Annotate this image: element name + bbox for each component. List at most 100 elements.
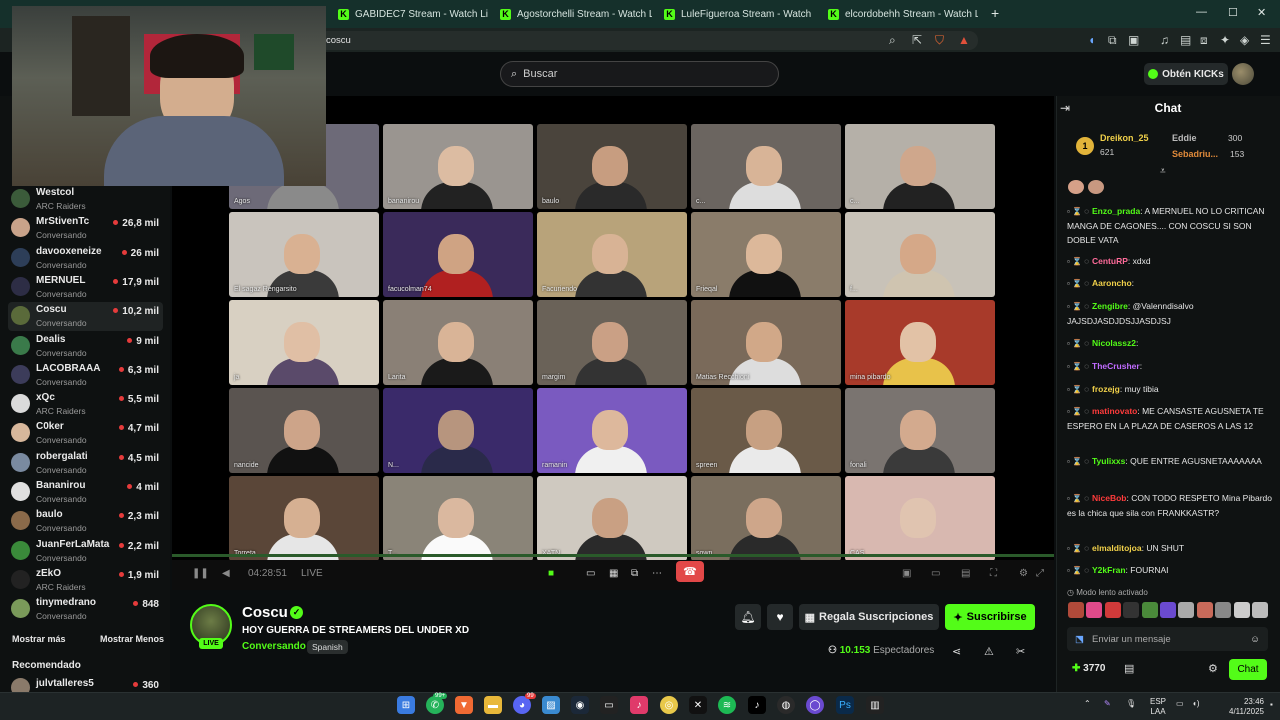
language-indicator[interactable]: ESP LAA bbox=[1150, 697, 1166, 717]
tray-expand-icon[interactable]: ⌃ bbox=[1084, 699, 1091, 709]
participant-tile[interactable]: baulo bbox=[537, 124, 687, 209]
participant-tile[interactable]: sown bbox=[691, 476, 841, 561]
share-icon[interactable]: ⇱ bbox=[912, 33, 922, 47]
emote-icon[interactable] bbox=[1104, 602, 1121, 618]
participant-tile[interactable]: El sagaz Rengarsito bbox=[229, 212, 379, 297]
chat-username[interactable]: elmalditojoa bbox=[1092, 543, 1142, 553]
progress-bar[interactable] bbox=[172, 554, 1054, 557]
follow-button[interactable]: ♥ bbox=[767, 604, 793, 630]
sidebar-channel[interactable]: MrStivenTc Conversando 26,8 mil bbox=[8, 214, 163, 243]
leader-3-name[interactable]: Sebadriu... bbox=[1172, 149, 1218, 159]
stream-category[interactable]: Conversando bbox=[242, 641, 306, 652]
network-icon[interactable]: ▭ bbox=[1176, 699, 1184, 709]
participant-tile[interactable]: ramanin bbox=[537, 388, 687, 473]
search-input[interactable]: ⌕ Buscar bbox=[500, 61, 779, 87]
participant-tile[interactable]: XATN bbox=[537, 476, 687, 561]
chat-settings-icon[interactable]: ⚙ bbox=[1208, 662, 1218, 675]
app-icon[interactable]: ◯ bbox=[806, 696, 824, 714]
start-button[interactable]: ⊞ bbox=[397, 696, 415, 714]
browser-tab[interactable]: Kelcordobehh Stream - Watch Live on bbox=[828, 4, 978, 24]
screenshot-icon[interactable]: ▣ bbox=[1128, 33, 1139, 47]
chat-username[interactable]: Aaroncho bbox=[1092, 278, 1132, 288]
chat-username[interactable]: Y2kFran bbox=[1092, 565, 1126, 575]
participant-tile[interactable]: nancide bbox=[229, 388, 379, 473]
participant-tile[interactable]: T... bbox=[383, 476, 533, 561]
sidebar-channel[interactable]: Dealis Conversando 9 mil bbox=[8, 332, 163, 361]
participant-tile[interactable]: facucolman74 bbox=[383, 212, 533, 297]
tiktok-icon[interactable]: ♪ bbox=[748, 696, 766, 714]
notification-icon[interactable]: ▪ bbox=[1270, 700, 1273, 710]
volume-icon[interactable]: ◀ bbox=[222, 568, 230, 579]
more-icon[interactable]: ⋯ bbox=[652, 568, 662, 579]
sidebar-channel[interactable]: davooxeneize Conversando 26 mil bbox=[8, 244, 163, 273]
emote-icon[interactable] bbox=[1252, 602, 1268, 618]
send-chat-button[interactable]: Chat bbox=[1229, 659, 1267, 680]
vpn-icon[interactable]: ◈ bbox=[1240, 33, 1249, 47]
spotify-icon[interactable]: ≋ bbox=[718, 696, 736, 714]
clock[interactable]: 23:46 4/11/2025 bbox=[1220, 697, 1264, 717]
speaker-icon[interactable]: ◖ bbox=[1088, 33, 1095, 47]
sidebar-channel[interactable]: Coscu Conversando 10,2 mil bbox=[8, 302, 163, 332]
effects-icon[interactable]: ⧉ bbox=[631, 568, 638, 579]
participant-tile[interactable]: Torreta bbox=[229, 476, 379, 561]
menu-icon[interactable]: ☰ bbox=[1260, 33, 1271, 47]
emote-icon[interactable] bbox=[1160, 602, 1176, 618]
app-icon[interactable]: ◎ bbox=[660, 696, 678, 714]
participant-tile[interactable]: mina pibardo bbox=[845, 300, 995, 385]
show-more-link[interactable]: Mostrar más bbox=[12, 634, 66, 644]
chat-username[interactable]: TheCrusher bbox=[1092, 361, 1140, 371]
explorer-icon[interactable]: ▬ bbox=[484, 696, 502, 714]
participant-tile[interactable]: Larita bbox=[383, 300, 533, 385]
sidebar-channel[interactable]: tinymedrano Conversando 848 bbox=[8, 595, 163, 624]
participant-tile[interactable]: CAS bbox=[845, 476, 995, 561]
extensions-icon[interactable]: ⧈ bbox=[1200, 33, 1208, 48]
theater-icon[interactable]: ▭ bbox=[931, 568, 940, 579]
chat-username[interactable]: matinovato bbox=[1092, 406, 1137, 416]
emote-picker-icon[interactable]: ⬔ bbox=[1075, 634, 1084, 645]
music-icon[interactable]: ♫ bbox=[1160, 33, 1169, 47]
participant-tile[interactable]: spreen bbox=[691, 388, 841, 473]
zoom-icon[interactable]: ⌕ bbox=[889, 33, 896, 48]
participant-tile[interactable]: c... bbox=[691, 124, 841, 209]
terminal-icon[interactable]: ▭ bbox=[600, 696, 618, 714]
participant-tile[interactable]: Frieqal bbox=[691, 212, 841, 297]
emote-icon[interactable] bbox=[1178, 602, 1195, 618]
sidebar-channel[interactable]: C0ker Conversando 4,7 mil bbox=[8, 419, 163, 448]
chat-input[interactable]: ⬔ Enviar un mensaje ☺ bbox=[1067, 627, 1268, 651]
sidebar-channel[interactable]: zEkO ARC Raiders 1,9 mil bbox=[8, 566, 163, 595]
browser-tab[interactable]: K GABIDEC7 Stream - Watch Live on Ki bbox=[338, 4, 488, 24]
fullscreen-icon[interactable]: ⛶ bbox=[990, 568, 997, 579]
hangup-button[interactable]: ☎ bbox=[676, 561, 704, 582]
obs-icon[interactable]: ◍ bbox=[777, 696, 795, 714]
url-field[interactable]: coscu bbox=[318, 31, 978, 50]
participant-tile[interactable]: Matias Recchioni bbox=[691, 300, 841, 385]
pause-icon[interactable]: ❚❚ bbox=[192, 568, 209, 579]
participant-tile[interactable]: f... bbox=[845, 212, 995, 297]
shield-icon[interactable]: ⛉ bbox=[935, 33, 944, 48]
share-icon[interactable]: ⋖ bbox=[952, 645, 961, 658]
expand-leaderboard-icon[interactable]: ⩡ bbox=[1160, 166, 1166, 177]
emote-icon[interactable] bbox=[1123, 602, 1140, 618]
chat-username[interactable]: Enzo_prada bbox=[1092, 206, 1140, 216]
clip-icon[interactable]: ✂ bbox=[1016, 645, 1025, 658]
show-less-link[interactable]: Mostrar Menos bbox=[100, 634, 164, 644]
chat-username[interactable]: NiceBob bbox=[1092, 493, 1126, 503]
sidebar-channel[interactable]: xQc ARC Raiders 5,5 mil bbox=[8, 390, 163, 419]
rewards-icon[interactable]: ▲ bbox=[958, 33, 970, 47]
microphone-icon[interactable]: 🎙︎ bbox=[1126, 699, 1136, 709]
grid-icon[interactable]: ▦ bbox=[609, 568, 618, 579]
sidebar-channel[interactable]: Westcol ARC Raiders bbox=[8, 185, 163, 214]
participant-tile[interactable]: c... bbox=[845, 124, 995, 209]
sidebar-channel[interactable]: baulo Conversando 2,3 mil bbox=[8, 507, 163, 536]
expand-icon[interactable]: ⤢ bbox=[1036, 568, 1044, 579]
subscribe-button[interactable]: ✦ Suscribirse bbox=[945, 604, 1035, 630]
chat-username[interactable]: frozejg bbox=[1092, 384, 1120, 394]
streamer-name[interactable]: Coscu bbox=[242, 604, 288, 621]
sidebar-channel[interactable]: Bananirou Conversando 4 mil bbox=[8, 478, 163, 507]
sidebar-channel[interactable]: robergalati Conversando 4,5 mil bbox=[8, 449, 163, 478]
tiktok-live-icon[interactable]: ♪ bbox=[630, 696, 648, 714]
sidebar-channel[interactable]: JuanFerLaMata Conversando 2,2 mil bbox=[8, 537, 163, 566]
emote-icon[interactable] bbox=[1068, 602, 1084, 618]
steam-icon[interactable]: ◉ bbox=[571, 696, 589, 714]
sidebar-toggle-icon[interactable]: ▤ bbox=[1180, 33, 1191, 47]
